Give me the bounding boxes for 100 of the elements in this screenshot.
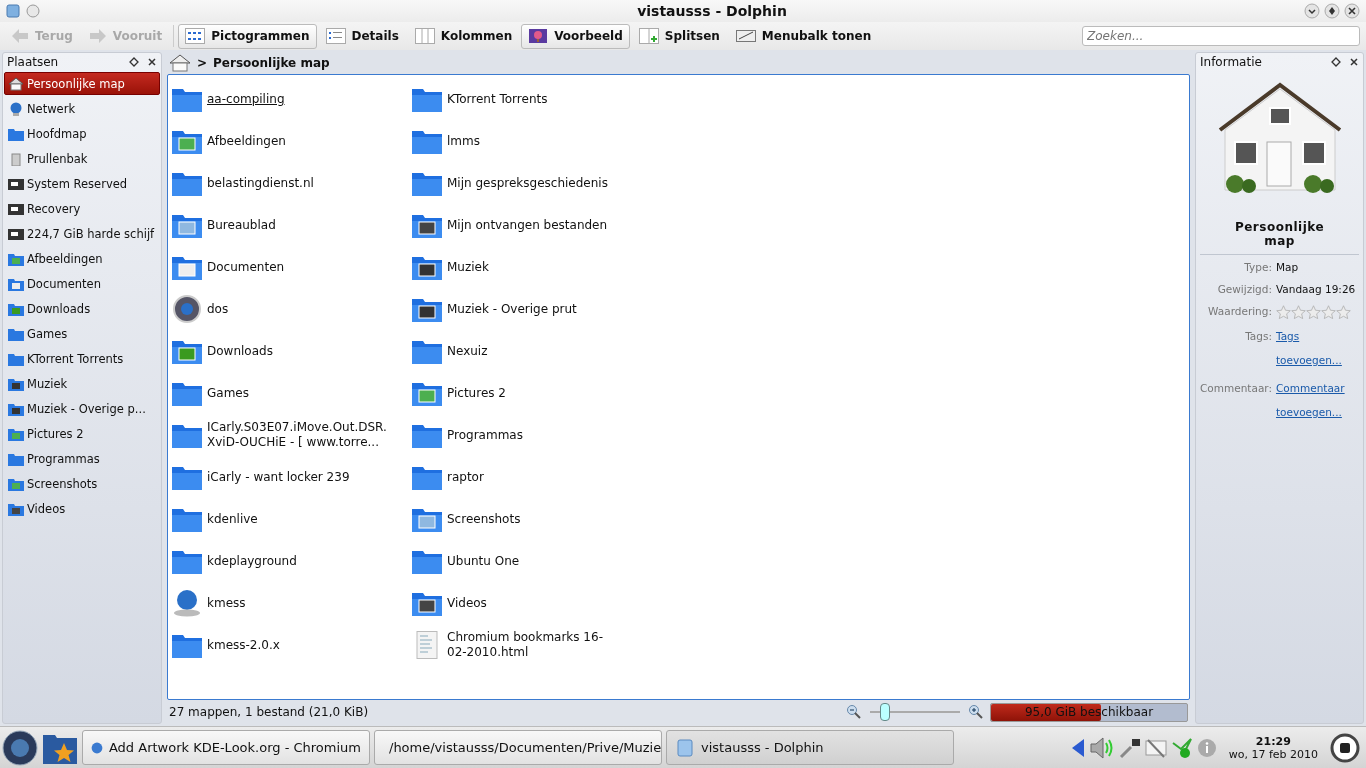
maximize-icon[interactable] xyxy=(1324,3,1340,19)
launcher-icon[interactable] xyxy=(2,729,38,766)
drive-icon xyxy=(8,201,24,216)
file-name[interactable]: Pictures 2 xyxy=(447,385,506,401)
file-name[interactable]: Mijn gespreksgeschiedenis xyxy=(447,175,608,191)
file-name[interactable]: aa-compiling xyxy=(207,91,285,107)
close-icon[interactable] xyxy=(1349,57,1359,67)
task-button[interactable]: vistausss - Dolphin xyxy=(666,730,954,765)
item-name: Persoonlijke map xyxy=(1233,220,1326,248)
place-item[interactable]: System Reserved xyxy=(4,172,160,195)
columns-view-button[interactable]: Kolommen xyxy=(407,23,520,49)
file-name[interactable]: Bureaublad xyxy=(207,217,276,233)
split-toggle-button[interactable]: Splitsen xyxy=(631,23,727,49)
field-label: Commentaar: xyxy=(1200,382,1272,396)
file-name[interactable]: raptor xyxy=(447,469,484,485)
star-icon[interactable] xyxy=(1321,305,1336,320)
place-item[interactable]: Afbeeldingen xyxy=(4,247,160,270)
add-link[interactable]: Commentaar toevoegen... xyxy=(1276,376,1361,424)
field-label: Tags: xyxy=(1244,330,1272,344)
close-icon[interactable] xyxy=(147,57,157,67)
file-name[interactable]: Mijn ontvangen bestanden xyxy=(447,217,608,233)
place-item[interactable]: Persoonlijke map xyxy=(4,72,160,95)
breadcrumb-separator: > xyxy=(197,56,208,70)
place-item[interactable]: Screenshots xyxy=(4,472,160,495)
file-name[interactable]: iCarly - want locker 239 xyxy=(207,469,350,485)
star-icon[interactable] xyxy=(1276,305,1291,320)
field-value: Vandaag 19:26 xyxy=(1276,283,1357,295)
file-name[interactable]: Downloads xyxy=(207,343,273,359)
preview-toggle-button[interactable]: Voorbeeld xyxy=(521,23,630,49)
file-name[interactable]: Videos xyxy=(447,595,487,611)
place-item[interactable]: Programmas xyxy=(4,447,160,470)
file-name[interactable]: lmms xyxy=(447,133,480,149)
globe-icon[interactable] xyxy=(171,589,203,617)
file-name[interactable]: Muziek - Overige prut xyxy=(447,301,577,317)
file-name[interactable]: dos xyxy=(207,301,229,317)
file-name[interactable]: kdeplayground xyxy=(207,553,297,569)
star-icon[interactable] xyxy=(1291,305,1306,320)
place-item[interactable]: Hoofdmap xyxy=(4,122,160,145)
star-icon[interactable] xyxy=(1336,305,1351,320)
float-icon[interactable] xyxy=(129,57,139,67)
clock-date[interactable]: wo, 17 feb 2010 xyxy=(1228,747,1318,761)
menubar-toggle-button[interactable]: Menubalk tonen xyxy=(728,23,879,49)
place-item[interactable]: Muziek xyxy=(4,372,160,395)
float-icon[interactable] xyxy=(1331,57,1341,67)
file-name[interactable]: ICarly.S03E07.iMove.Out.DSR. XviD-OUCHiE - [ www.torre... xyxy=(207,420,387,450)
file-name[interactable]: Afbeeldingen xyxy=(207,133,286,149)
place-item[interactable]: Documenten xyxy=(4,272,160,295)
place-item[interactable]: KTorrent Torrents xyxy=(4,347,160,370)
file-name[interactable]: Muziek xyxy=(447,259,489,275)
breadcrumb-item[interactable]: Persoonlijke map xyxy=(213,56,330,70)
home-icon xyxy=(8,76,24,91)
place-item[interactable]: 224,7 GiB harde schijf xyxy=(4,222,160,245)
file-name[interactable]: kmess xyxy=(207,595,246,611)
file-name[interactable]: Screenshots xyxy=(447,511,521,527)
place-item[interactable]: Netwerk xyxy=(4,97,160,120)
file-name[interactable]: belastingdienst.nl xyxy=(207,175,314,191)
stop-icon[interactable] xyxy=(1330,732,1360,763)
icons-view-button[interactable]: Pictogrammen xyxy=(178,23,317,49)
close-icon[interactable] xyxy=(1344,3,1360,19)
minimize-icon[interactable] xyxy=(1304,3,1320,19)
file-name[interactable]: kmess-2.0.x xyxy=(207,637,280,653)
file-name[interactable]: Chromium bookmarks 16- 02-2010.html xyxy=(447,630,603,660)
panel-title: Informatie xyxy=(1200,55,1262,69)
file-name[interactable]: Documenten xyxy=(207,259,285,275)
zoom-out-icon[interactable] xyxy=(846,704,862,720)
arrow-left-icon[interactable] xyxy=(1070,737,1085,758)
icon-grid-icon xyxy=(185,28,206,44)
file-name[interactable]: kdenlive xyxy=(207,511,258,527)
network-plug-icon[interactable] xyxy=(1118,736,1141,759)
folder-icon xyxy=(8,351,24,366)
field-label: Gewijzigd: xyxy=(1216,283,1272,295)
place-item[interactable]: Games xyxy=(4,322,160,345)
place-item[interactable]: Pictures 2 xyxy=(4,422,160,445)
file-name[interactable]: KTorrent Torrents xyxy=(447,91,548,107)
zoom-in-icon[interactable] xyxy=(968,704,984,720)
file-name[interactable]: Programmas xyxy=(447,427,523,443)
slider-handle[interactable] xyxy=(879,703,890,721)
search-field[interactable]: Zoeken... xyxy=(1082,26,1360,46)
task-button[interactable]: /home/vistausss/Documenten/Prive/Muzie xyxy=(374,730,662,765)
place-item[interactable]: Prullenbak xyxy=(4,147,160,170)
details-view-button[interactable]: Details xyxy=(318,23,406,49)
trash-icon xyxy=(8,151,24,166)
task-button[interactable]: Add Artwork KDE-Look.org - Chromium xyxy=(82,730,370,765)
file-name[interactable]: Nexuiz xyxy=(447,343,488,359)
star-icon[interactable] xyxy=(1306,305,1321,320)
folder-icon xyxy=(8,326,24,341)
disc-icon[interactable] xyxy=(171,295,203,323)
columns-icon xyxy=(414,28,435,44)
file-name[interactable]: Games xyxy=(207,385,249,401)
add-link[interactable]: Tags toevoegen... xyxy=(1276,324,1361,372)
place-item[interactable]: Recovery xyxy=(4,197,160,220)
file-name[interactable]: Ubuntu One xyxy=(447,553,520,569)
place-item[interactable]: Downloads xyxy=(4,297,160,320)
field-value: Map xyxy=(1276,261,1300,273)
panel-title: Plaatsen xyxy=(7,55,59,69)
home-icon[interactable] xyxy=(169,54,191,72)
place-item[interactable]: Videos xyxy=(4,497,160,520)
picture-icon xyxy=(528,28,549,44)
clock-time[interactable]: 21:29 xyxy=(1255,734,1291,748)
place-item[interactable]: Muziek - Overige p... xyxy=(4,397,160,420)
